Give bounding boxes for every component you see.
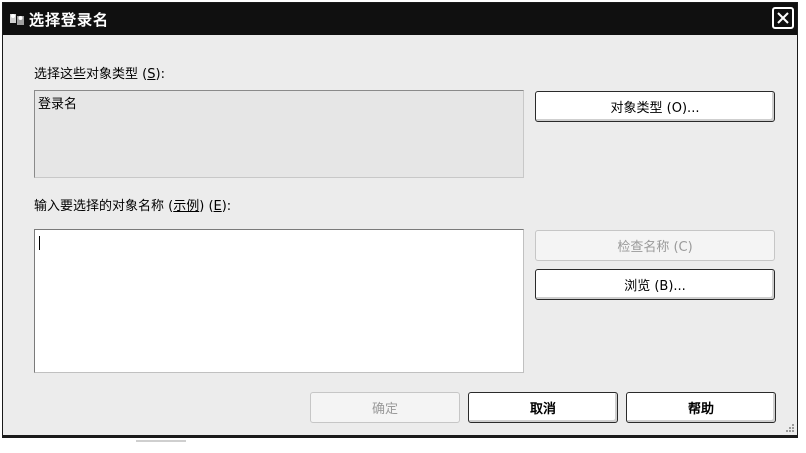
- close-icon: [777, 12, 789, 24]
- object-types-button[interactable]: 对象类型 (O)...: [535, 91, 775, 122]
- cancel-button[interactable]: 取消: [468, 392, 618, 423]
- object-types-field: 登录名: [34, 90, 524, 178]
- background-divider: [136, 440, 186, 442]
- object-types-label: 选择这些对象类型 (S):: [34, 67, 165, 82]
- text-caret: [39, 236, 40, 250]
- check-names-button[interactable]: 检查名称 (C): [535, 230, 775, 261]
- help-button[interactable]: 帮助: [626, 392, 776, 423]
- dialog-window: 选择登录名 选择这些对象类型 (S): 登录名 对象类型 (O)... 输入要选…: [2, 2, 798, 438]
- ok-button[interactable]: 确定: [310, 392, 460, 423]
- example-link[interactable]: 示例: [173, 199, 199, 214]
- title-bar: 选择登录名: [3, 3, 797, 35]
- resize-grip-icon[interactable]: [783, 421, 795, 433]
- object-names-label: 输入要选择的对象名称 (示例) (E):: [34, 199, 232, 214]
- close-button[interactable]: [772, 7, 794, 29]
- users-icon: [10, 14, 24, 25]
- object-types-value: 登录名: [38, 97, 78, 112]
- window-title: 选择登录名: [29, 11, 110, 29]
- browse-button[interactable]: 浏览 (B)...: [535, 269, 775, 300]
- object-names-input[interactable]: [34, 229, 524, 373]
